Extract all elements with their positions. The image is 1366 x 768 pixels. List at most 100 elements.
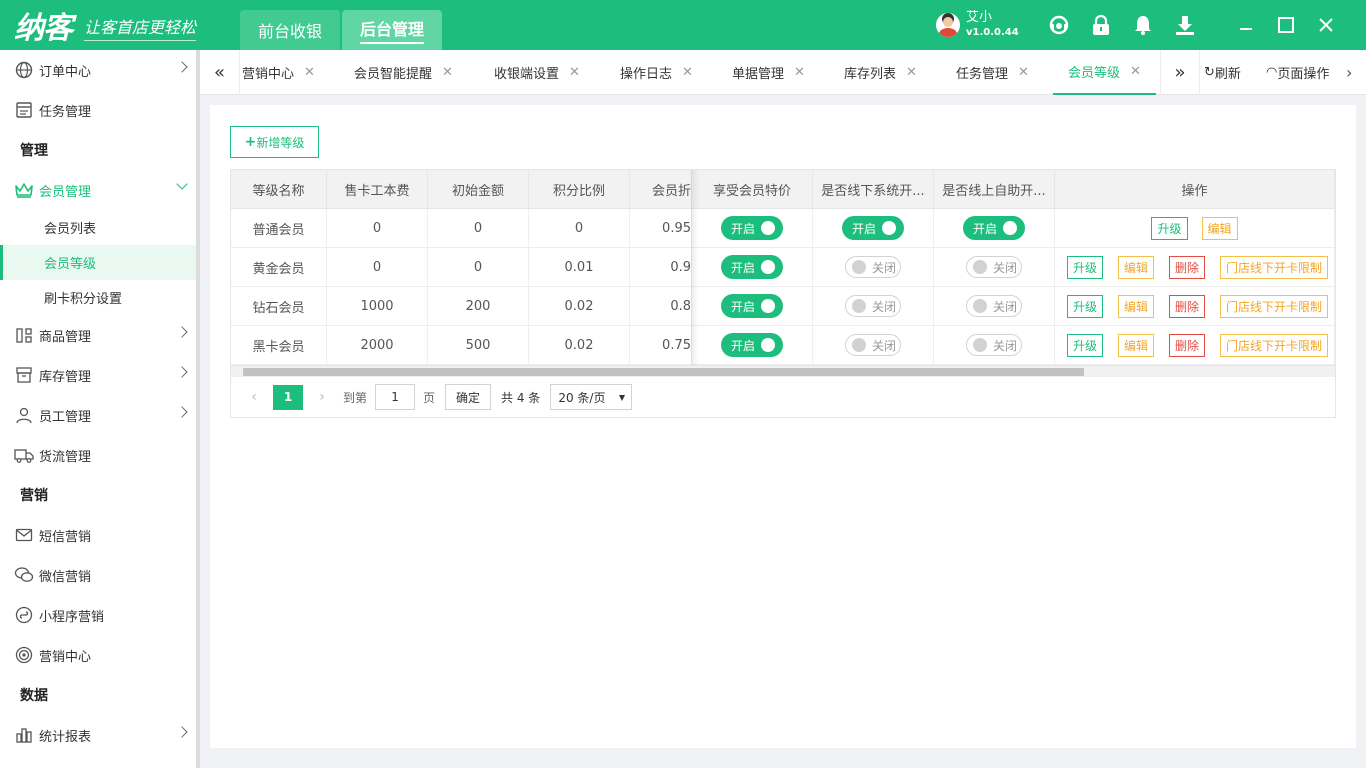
special-toggle[interactable]: 开启 xyxy=(721,333,783,357)
page-ops-button[interactable]: ◠ 页面操作 xyxy=(1266,50,1329,95)
logo-text: 纳客 xyxy=(14,11,73,46)
sidebar-item-label: 商品管理 xyxy=(39,329,92,345)
module-tab-backend[interactable]: 后台管理 xyxy=(342,10,442,50)
edit-button[interactable]: 编辑 xyxy=(1118,333,1155,357)
tab-close-icon[interactable]: ✕ xyxy=(442,65,453,80)
tab-marketing-center[interactable]: 营销中心 ✕ xyxy=(242,50,315,95)
per-page-value: 20 条/页 xyxy=(558,390,606,405)
tab-scroll-left-icon[interactable]: « xyxy=(200,50,240,95)
sidebar-item-employees[interactable]: 员工管理 xyxy=(0,395,196,435)
tab-member-reminder[interactable]: 会员智能提醒 ✕ xyxy=(354,50,453,95)
sidebar-item-inventory[interactable]: 库存管理 xyxy=(0,355,196,395)
product-icon xyxy=(14,325,34,345)
next-page-icon[interactable]: › xyxy=(315,382,329,412)
minimize-icon[interactable] xyxy=(1234,13,1258,37)
column-header: 操作 xyxy=(1055,170,1335,209)
add-level-button[interactable]: + 新增等级 xyxy=(230,126,319,158)
sidebar-item-member-mgmt[interactable]: 会员管理 xyxy=(0,170,196,210)
sidebar-section-data: 数据 xyxy=(20,688,48,704)
member-level-table: 等级名称 售卡工本费 初始金额 积分比例 会员折 享受会员特价 是否线下系统开... 是否线上… xyxy=(230,169,1336,418)
upgrade-button[interactable]: 升级 xyxy=(1067,255,1104,279)
tab-scroll-right-icon[interactable]: » xyxy=(1160,50,1200,95)
online-toggle[interactable]: 开启 xyxy=(963,216,1025,240)
sidebar-item-sms[interactable]: 短信营销 xyxy=(0,515,196,555)
edit-button[interactable]: 编辑 xyxy=(1118,294,1155,318)
sidebar-item-products[interactable]: 商品管理 xyxy=(0,315,196,355)
horizontal-scrollbar[interactable] xyxy=(231,365,1335,377)
task-icon xyxy=(14,100,34,120)
delete-button[interactable]: 删除 xyxy=(1169,294,1206,318)
prev-page-icon[interactable]: ‹ xyxy=(247,382,261,412)
tab-close-icon[interactable]: ✕ xyxy=(1018,65,1029,80)
delete-button[interactable]: 删除 xyxy=(1169,255,1206,279)
sidebar-item-wechat[interactable]: 微信营销 xyxy=(0,555,196,595)
close-icon[interactable] xyxy=(1314,13,1338,37)
edit-button[interactable]: 编辑 xyxy=(1118,255,1155,279)
sidebar-sub-card-points[interactable]: 刷卡积分设置 xyxy=(0,280,196,315)
toggle-label: 开启 xyxy=(731,338,756,353)
tab-operation-log[interactable]: 操作日志 ✕ xyxy=(620,50,693,95)
tab-inventory-list[interactable]: 库存列表 ✕ xyxy=(844,50,917,95)
sidebar-item-label: 营销中心 xyxy=(39,649,92,665)
limit-button[interactable]: 门店线下开卡限制 xyxy=(1220,255,1329,279)
delete-button[interactable]: 删除 xyxy=(1169,333,1206,357)
upgrade-button[interactable]: 升级 xyxy=(1067,294,1104,318)
page-input[interactable]: 1 xyxy=(375,384,416,410)
online-toggle[interactable]: 关闭 xyxy=(966,334,1022,356)
tab-close-icon[interactable]: ✕ xyxy=(304,65,315,80)
limit-button[interactable]: 门店线下开卡限制 xyxy=(1220,333,1329,357)
sidebar-sub-member-level[interactable]: 会员等级 xyxy=(0,245,196,280)
offline-toggle[interactable]: 关闭 xyxy=(845,256,901,278)
sidebar-item-orders[interactable]: 订单中心 xyxy=(0,50,196,90)
upgrade-button[interactable]: 升级 xyxy=(1151,216,1188,240)
module-tab-label: 前台收银 xyxy=(257,22,322,41)
online-toggle[interactable]: 关闭 xyxy=(966,256,1022,278)
table-cell: 500 xyxy=(428,326,529,365)
lock-icon[interactable] xyxy=(1090,14,1112,36)
offline-toggle[interactable]: 开启 xyxy=(842,216,904,240)
current-page[interactable]: 1 xyxy=(273,384,303,410)
tab-member-level[interactable]: 会员等级 ✕ xyxy=(1053,50,1156,95)
bell-icon[interactable] xyxy=(1132,14,1154,36)
chevron-right-icon[interactable]: › xyxy=(1346,50,1352,95)
edit-button[interactable]: 编辑 xyxy=(1201,216,1238,240)
sidebar-item-tasks[interactable]: 任务管理 xyxy=(0,90,196,130)
tab-close-icon[interactable]: ✕ xyxy=(1130,64,1141,79)
wechat-icon xyxy=(14,565,34,585)
per-page-select[interactable]: 20 条/页 xyxy=(550,384,633,410)
download-icon[interactable] xyxy=(1174,14,1196,36)
sidebar-item-reports[interactable]: 统计报表 xyxy=(0,715,196,755)
column-header: 售卡工本费 xyxy=(327,170,428,209)
offline-toggle[interactable]: 关闭 xyxy=(845,295,901,317)
sidebar-item-logistics[interactable]: 货流管理 xyxy=(0,435,196,475)
sidebar-item-miniprogram[interactable]: 小程序营销 xyxy=(0,595,196,635)
table-cell: 0.01 xyxy=(529,248,630,287)
offline-toggle[interactable]: 关闭 xyxy=(845,334,901,356)
scrollbar-thumb[interactable] xyxy=(243,368,1084,376)
avatar xyxy=(936,13,960,37)
tab-documents[interactable]: 单据管理 ✕ xyxy=(732,50,805,95)
tab-cashier-settings[interactable]: 收银端设置 ✕ xyxy=(494,50,580,95)
special-toggle[interactable]: 开启 xyxy=(721,216,783,240)
refresh-button[interactable]: ↻ 刷新 xyxy=(1204,50,1241,95)
tab-close-icon[interactable]: ✕ xyxy=(682,65,693,80)
tab-close-icon[interactable]: ✕ xyxy=(794,65,805,80)
support-headset-icon[interactable] xyxy=(1048,14,1070,36)
user-info[interactable]: 艾小 v1.0.0.44 xyxy=(936,10,1019,40)
sidebar-item-marketing-center[interactable]: 营销中心 xyxy=(0,635,196,675)
special-toggle[interactable]: 开启 xyxy=(721,255,783,279)
online-toggle[interactable]: 关闭 xyxy=(966,295,1022,317)
limit-button[interactable]: 门店线下开卡限制 xyxy=(1220,294,1329,318)
tab-close-icon[interactable]: ✕ xyxy=(569,65,580,80)
module-tab-frontdesk[interactable]: 前台收银 xyxy=(240,10,340,50)
confirm-button[interactable]: 确定 xyxy=(445,384,492,410)
tab-task-mgmt[interactable]: 任务管理 ✕ xyxy=(956,50,1029,95)
table-cell: 0.02 xyxy=(529,287,630,326)
chevron-right-icon xyxy=(176,726,188,738)
tab-close-icon[interactable]: ✕ xyxy=(906,65,917,80)
special-toggle[interactable]: 开启 xyxy=(721,294,783,318)
upgrade-button[interactable]: 升级 xyxy=(1067,333,1104,357)
sidebar-sub-member-list[interactable]: 会员列表 xyxy=(0,210,196,245)
maximize-icon[interactable] xyxy=(1274,13,1298,37)
toggle-label: 关闭 xyxy=(872,338,897,353)
